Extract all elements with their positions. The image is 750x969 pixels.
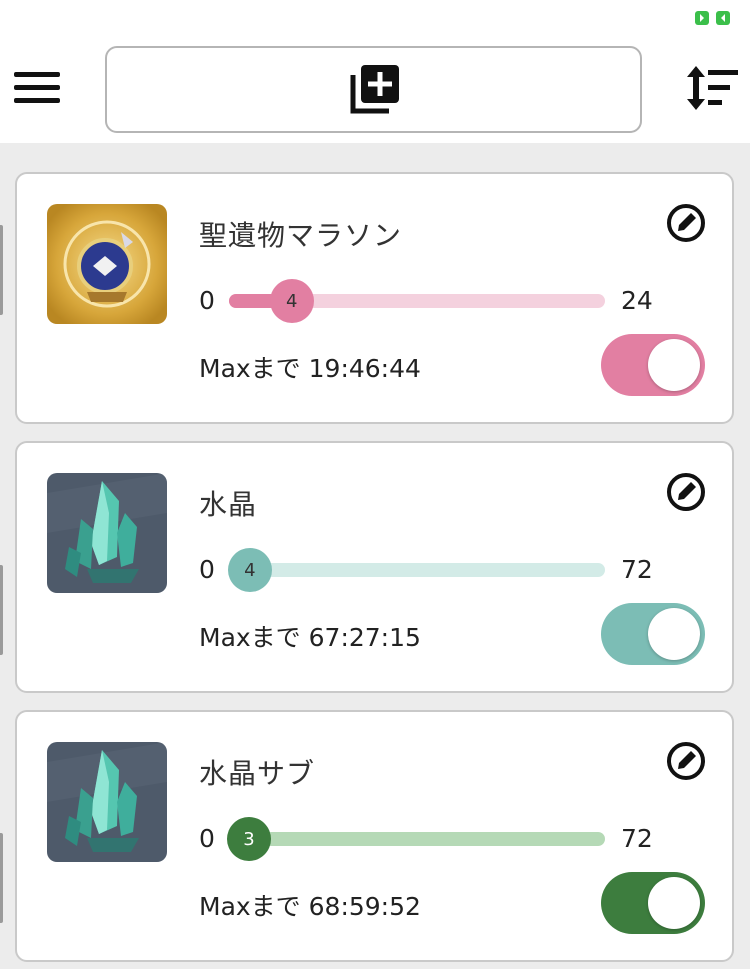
enable-toggle[interactable] [601, 603, 705, 665]
slider-min-label: 0 [199, 824, 215, 853]
timer-remaining: Maxまで 67:27:15 [199, 623, 421, 652]
hamburger-icon[interactable] [14, 70, 60, 106]
timer-card: 水晶サブ 0 72 3 Maxまで 68:59:52 [15, 710, 734, 962]
card-edge [0, 833, 3, 923]
slider-max-label: 72 [621, 824, 653, 853]
timer-card: 水晶 0 72 4 Maxまで 67:27:15 [15, 441, 734, 693]
slider-track[interactable] [229, 832, 605, 846]
edit-icon[interactable] [665, 202, 707, 244]
slider-min-label: 0 [199, 286, 215, 315]
toggle-thumb [648, 339, 700, 391]
card-edge [0, 225, 3, 315]
toggle-thumb [648, 877, 700, 929]
timer-remaining: Maxまで 68:59:52 [199, 892, 421, 921]
sort-icon[interactable] [684, 64, 738, 112]
slider-track[interactable] [229, 563, 605, 577]
enable-toggle[interactable] [601, 872, 705, 934]
top-bar [0, 0, 750, 143]
battery-icon [695, 11, 730, 25]
edit-icon[interactable] [665, 471, 707, 513]
edit-icon[interactable] [665, 740, 707, 782]
slider-max-label: 24 [621, 286, 653, 315]
slider-min-label: 0 [199, 555, 215, 584]
slider-knob[interactable]: 4 [269, 279, 314, 323]
card-title: 水晶サブ [199, 757, 316, 790]
card-title: 聖遺物マラソン [199, 219, 403, 252]
crystal-icon [47, 742, 167, 862]
slider-knob[interactable]: 4 [227, 548, 272, 592]
add-to-queue-icon [350, 65, 399, 114]
timer-card: 聖遺物マラソン 0 24 4 Maxまで 19:46:44 [15, 172, 734, 424]
add-timer-button[interactable] [105, 46, 642, 133]
toggle-thumb [648, 608, 700, 660]
slider-knob[interactable]: 3 [227, 817, 271, 861]
card-edge [0, 565, 3, 655]
timer-remaining: Maxまで 19:46:44 [199, 354, 421, 383]
card-title: 水晶 [199, 488, 258, 521]
artifact-icon [47, 204, 167, 324]
enable-toggle[interactable] [601, 334, 705, 396]
slider-max-label: 72 [621, 555, 653, 584]
crystal-icon [47, 473, 167, 593]
